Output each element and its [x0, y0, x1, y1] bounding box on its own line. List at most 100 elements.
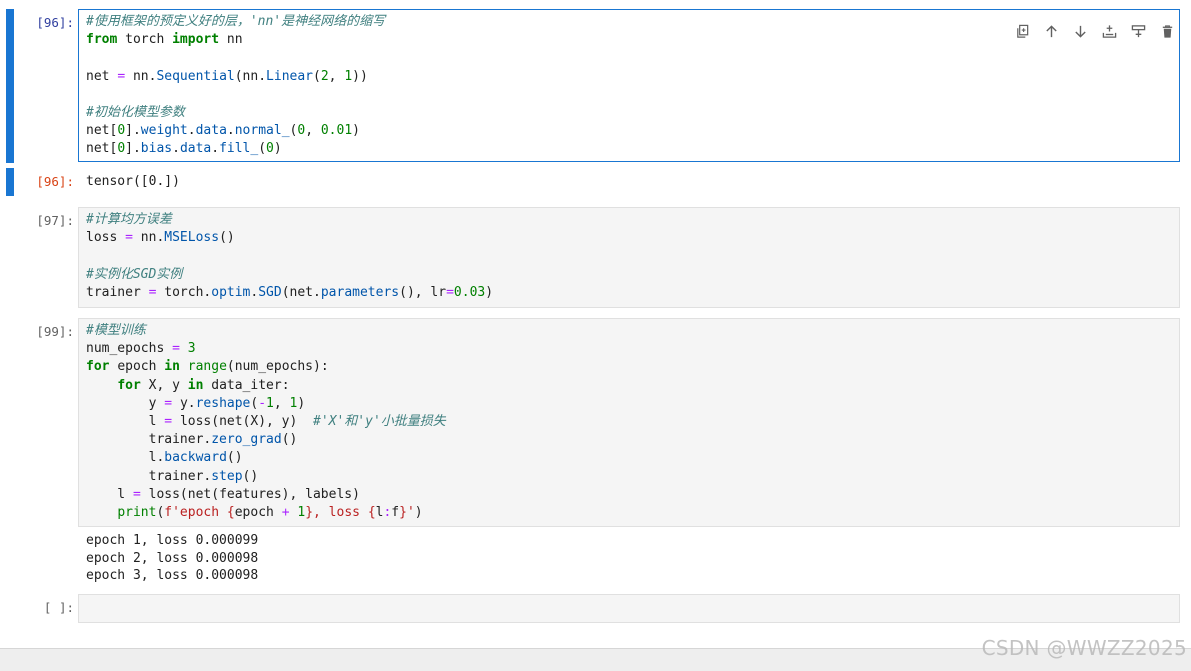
code-line: y = y.reshape(-1, 1): [86, 395, 1179, 413]
move-down-icon[interactable]: [1066, 20, 1095, 42]
code-token: for: [86, 359, 110, 375]
code-token: backward: [164, 450, 227, 466]
code-token: , loss: [313, 504, 368, 520]
code-token: parameters: [320, 284, 400, 300]
code-token: .: [172, 141, 180, 157]
code-token: }: [399, 504, 407, 520]
code-token: in: [164, 359, 180, 375]
code-token: #'X'和'y'小批量损失: [313, 413, 446, 429]
code-cell-99[interactable]: [99]: #模型训练 num_epochs = 3 for epoch in ra…: [0, 318, 1191, 528]
code-token: ): [485, 284, 494, 300]
code-token: #计算均方误差: [86, 212, 172, 227]
code-line: #初始化模型参数: [86, 104, 1179, 122]
code-token: (), lr: [399, 284, 447, 300]
code-line: trainer = torch.optim.SGD(net.parameters…: [86, 284, 1179, 302]
code-token: trainer: [86, 284, 141, 300]
code-token: nn.: [132, 68, 157, 84]
code-token: net[: [86, 123, 118, 139]
code-line: l.backward(): [86, 449, 1179, 467]
output-text: tensor([0.]): [86, 174, 180, 189]
code-token: l: [86, 413, 157, 429]
code-token: ,: [273, 395, 290, 411]
cell-collapser[interactable]: [6, 9, 14, 163]
code-token: )): [352, 68, 368, 84]
input-prompt: [97]:: [36, 213, 74, 228]
code-token: range: [187, 359, 227, 375]
output-line: epoch 2, loss 0.000098: [86, 550, 259, 566]
code-cell-empty[interactable]: [ ]:: [0, 594, 1191, 624]
code-line: net[0].bias.data.fill_(0): [86, 140, 1179, 158]
cell-toolbar: [1008, 20, 1182, 42]
insert-below-icon[interactable]: [1124, 20, 1153, 42]
code-token: {: [226, 504, 235, 520]
code-token: data: [179, 141, 212, 157]
code-token: bias: [140, 141, 173, 157]
code-token: (): [281, 432, 298, 448]
move-up-icon[interactable]: [1037, 20, 1066, 42]
code-line: for epoch in range(num_epochs):: [86, 358, 1179, 376]
code-token: fill_: [219, 141, 259, 157]
code-token: (num_epochs):: [226, 359, 329, 375]
code-token: data: [195, 123, 227, 139]
duplicate-icon[interactable]: [1008, 20, 1037, 42]
code-token: }: [305, 504, 314, 520]
output-area-96: [96]: tensor([0.]): [0, 168, 1191, 198]
delete-icon[interactable]: [1153, 20, 1182, 42]
code-token: l.: [86, 450, 165, 466]
code-line: print(f'epoch {epoch + 1}, loss {l:f}'): [86, 504, 1179, 522]
code-cell-97[interactable]: [97]: #计算均方误差 loss = nn.MSELoss() #实例化SGD…: [0, 207, 1191, 309]
code-token: epoch: [234, 504, 274, 520]
code-token: =: [446, 284, 454, 300]
code-token: ': [406, 504, 415, 520]
code-token: =: [172, 341, 180, 357]
code-token: in: [187, 377, 204, 393]
code-token: (: [313, 68, 321, 84]
input-prompt: [ ]:: [43, 600, 74, 615]
code-editor[interactable]: #模型训练 num_epochs = 3 for epoch in range(nu…: [78, 318, 1180, 527]
code-editor[interactable]: [78, 594, 1180, 623]
code-token: #使用框架的预定义好的层，'nn'是神经网络的缩写: [86, 14, 386, 29]
code-token: torch.: [164, 284, 212, 300]
code-token: .: [226, 123, 235, 139]
code-token: Linear: [266, 68, 314, 84]
code-editor[interactable]: #计算均方误差 loss = nn.MSELoss() #实例化SGD实例 trai…: [78, 207, 1180, 308]
code-token: 0.01: [320, 123, 353, 139]
code-token: (net.: [281, 284, 321, 300]
code-line: num_epochs = 3: [86, 340, 1179, 358]
code-token: #实例化SGD实例: [86, 266, 183, 282]
code-token: {: [367, 504, 376, 520]
code-line: #模型训练: [86, 322, 1179, 340]
code-line: l = loss(net(X), y) #'X'和'y'小批量损失: [86, 413, 1179, 431]
insert-above-icon[interactable]: [1095, 20, 1124, 42]
code-token: 0.03: [453, 284, 486, 300]
code-token: zero_grad: [211, 432, 282, 448]
code-token: -: [258, 395, 267, 411]
code-token: ,: [305, 123, 321, 139]
code-token: print: [117, 504, 157, 520]
code-token: data_iter:: [211, 377, 290, 393]
code-line: #计算均方误差: [86, 211, 1179, 229]
code-token: +: [281, 504, 290, 520]
code-token: loss(net(features), labels): [148, 486, 360, 502]
code-token: =: [164, 413, 173, 429]
code-token: epoch: [117, 359, 157, 375]
code-token: y: [86, 395, 157, 411]
code-token: trainer.: [86, 468, 212, 484]
code-token: optim: [211, 284, 251, 300]
code-token: .: [211, 141, 220, 157]
code-token: (): [242, 468, 259, 484]
code-token: ): [297, 395, 306, 411]
code-line: trainer.zero_grad(): [86, 431, 1179, 449]
code-token: 0: [117, 141, 126, 157]
watermark: CSDN @WWZZ2025: [981, 636, 1187, 660]
code-token: #初始化模型参数: [86, 104, 185, 120]
code-token: 0: [297, 123, 306, 139]
code-token: 0: [266, 141, 274, 157]
code-token: =: [117, 68, 126, 84]
output-collapser[interactable]: [6, 168, 14, 196]
code-token: 0: [117, 123, 126, 139]
